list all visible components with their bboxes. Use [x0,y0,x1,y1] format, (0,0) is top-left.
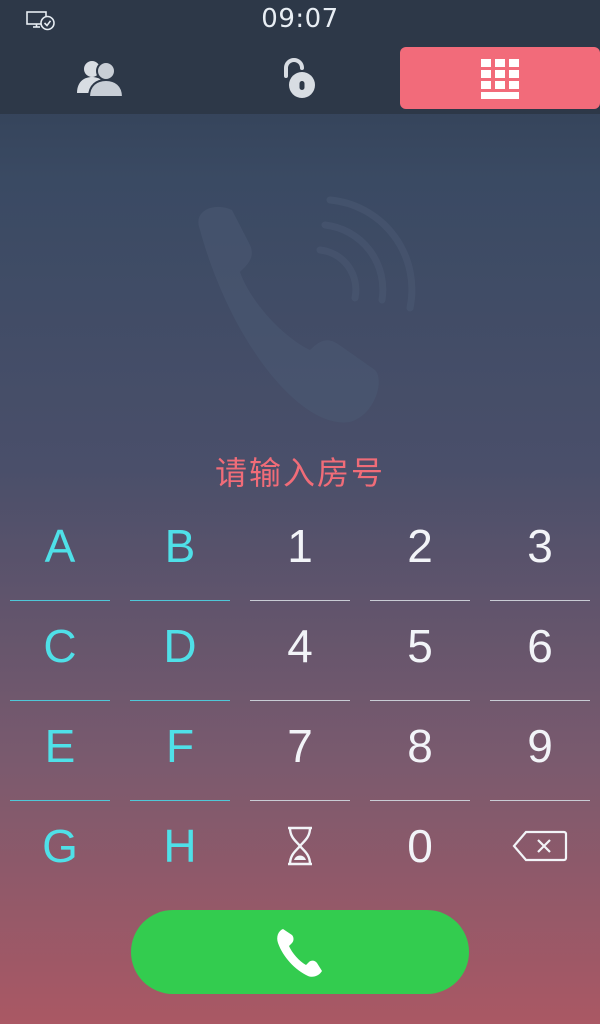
key-c[interactable]: C [10,596,110,696]
keypad-grid-icon [481,59,519,99]
key-h[interactable]: H [130,796,230,896]
key-d[interactable]: D [130,596,230,696]
call-button[interactable] [131,910,469,994]
key-g[interactable]: G [10,796,110,896]
key-f[interactable]: F [130,696,230,796]
key-7[interactable]: 7 [250,696,350,796]
key-4[interactable]: 4 [250,596,350,696]
room-number-prompt: 请输入房号 [214,454,385,492]
tab-contacts[interactable] [0,47,200,109]
key-2[interactable]: 2 [370,496,470,596]
key-3[interactable]: 3 [490,496,590,596]
key-9[interactable]: 9 [490,696,590,796]
tab-unlock[interactable] [200,47,400,109]
status-time: 09:07 [261,4,339,34]
phone-ringing-illustration [198,196,416,423]
key-5[interactable]: 5 [370,596,470,696]
key-8[interactable]: 8 [370,696,470,796]
key-0[interactable]: 0 [370,796,470,896]
key-e[interactable]: E [10,696,110,796]
hourglass-key[interactable] [250,796,350,896]
backspace-key[interactable] [490,796,590,896]
backspace-icon [512,830,568,862]
key-b[interactable]: B [130,496,230,596]
key-1[interactable]: 1 [250,496,350,596]
phone-icon [277,929,322,977]
status-bar: 09:07 [0,0,600,44]
unlock-icon [284,58,315,98]
key-a[interactable]: A [10,496,110,596]
tab-bar [0,44,600,114]
tab-dialpad[interactable] [400,47,600,109]
contacts-icon [77,61,125,98]
key-6[interactable]: 6 [490,596,590,696]
hourglass-icon [288,826,312,866]
